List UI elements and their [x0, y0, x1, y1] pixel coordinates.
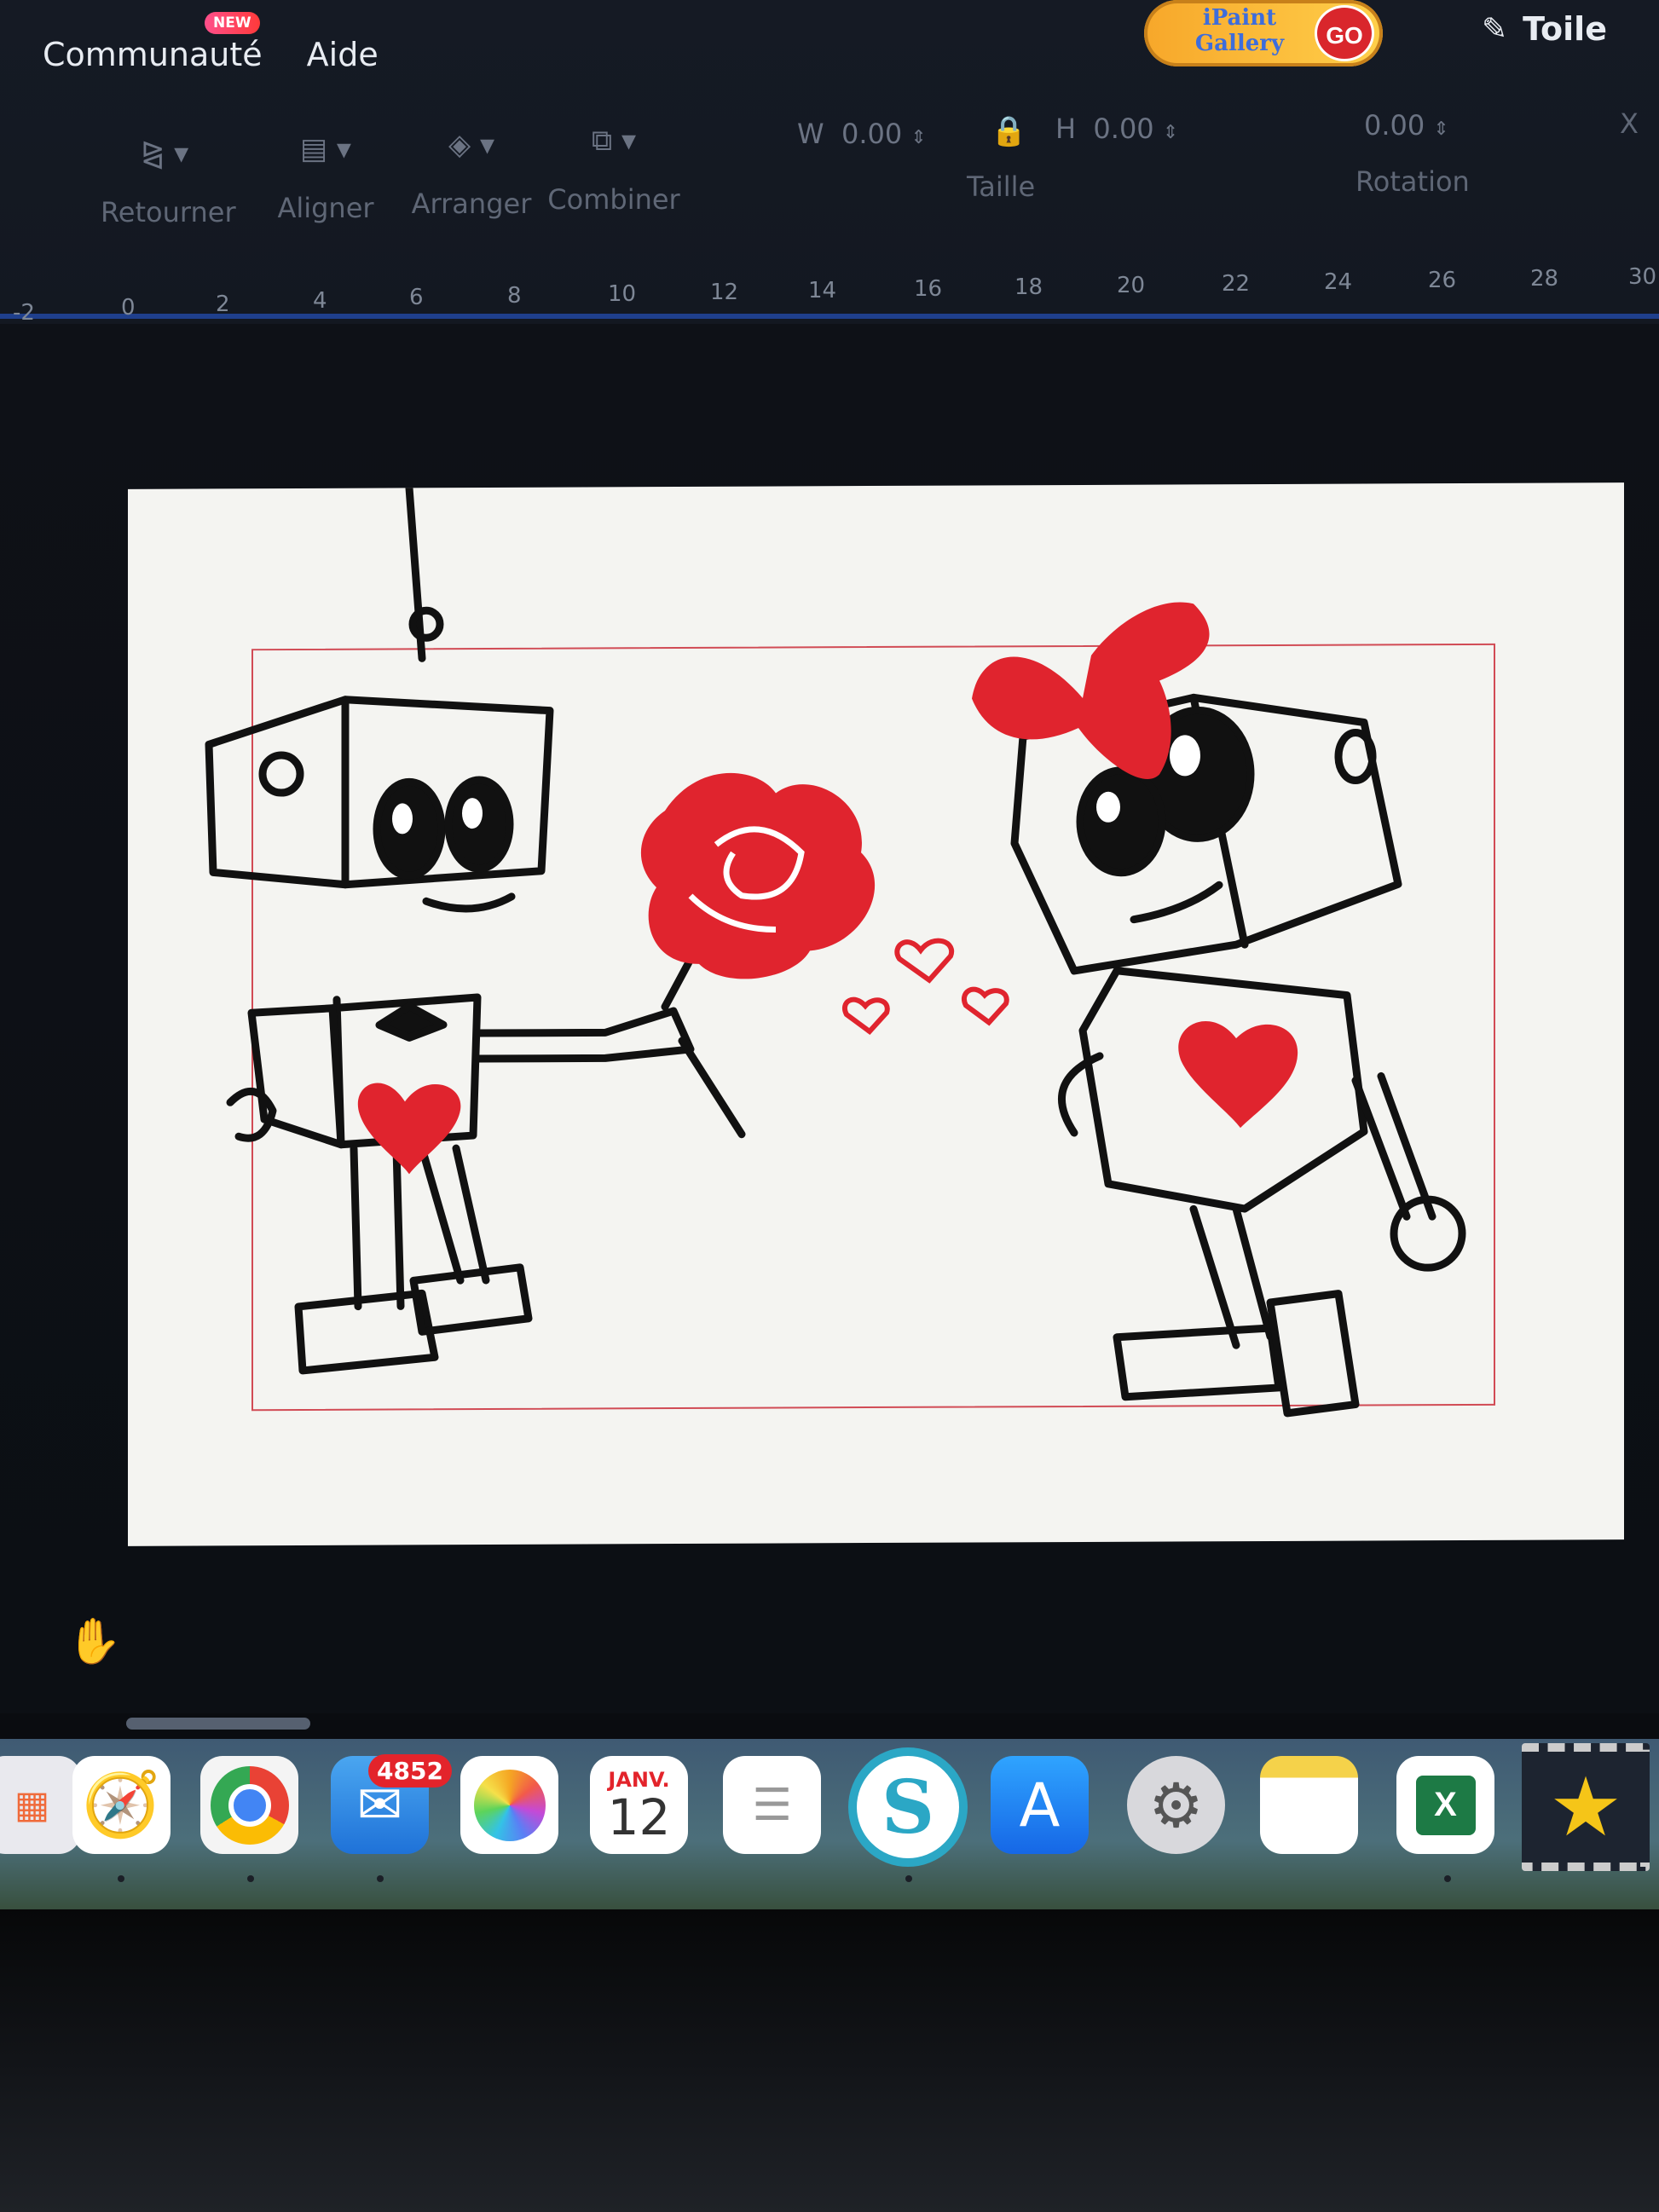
paint-gallery-button[interactable]: iPaint Gallery GO	[1144, 0, 1383, 66]
ruler-tick-label: 18	[1014, 274, 1043, 300]
ruler-tick-label: 10	[608, 281, 637, 307]
width-label: W	[797, 118, 824, 150]
flip-tool[interactable]: ⧎ ▾ Retourner	[101, 136, 236, 228]
rose	[641, 773, 876, 979]
size-label: Taille	[967, 170, 1036, 203]
ruler-tick-label: 26	[1428, 268, 1457, 293]
ruler-tick-label: 0	[121, 295, 136, 321]
arrange-label: Arranger	[411, 188, 532, 220]
width-field[interactable]: W 0.00 ⇕	[797, 118, 927, 150]
mail-badge: 4852	[368, 1754, 452, 1788]
height-label: H	[1055, 113, 1077, 145]
combine-icon: ⧉ ▾	[591, 124, 637, 158]
ruler-tick-label: -2	[13, 300, 35, 326]
running-indicator	[905, 1875, 912, 1882]
running-indicator	[377, 1875, 384, 1882]
boy-robot	[205, 483, 695, 1375]
width-stepper-icon[interactable]: ⇕	[910, 127, 926, 148]
small-heart-2	[842, 996, 890, 1036]
flip-icon: ⧎ ▾	[140, 136, 189, 170]
silhouette-studio-icon[interactable]: S	[848, 1747, 968, 1867]
ruler-tick-label: 6	[409, 285, 424, 310]
canvas-label: Toile	[1523, 10, 1607, 48]
align-icon: ▤ ▾	[300, 132, 351, 166]
monitor-bezel	[0, 1909, 1659, 2212]
combine-tool[interactable]: ⧉ ▾ Combiner	[546, 124, 682, 216]
arrange-tool[interactable]: ◈ ▾ Arranger	[395, 128, 548, 220]
running-indicator	[118, 1875, 124, 1882]
flip-label: Retourner	[101, 196, 236, 228]
canvas-mode-button[interactable]: ✎ Toile	[1482, 10, 1607, 48]
ruler-tick-label: 16	[914, 276, 943, 302]
chrome-icon[interactable]	[200, 1756, 298, 1854]
dock: ▦ 🧭 ✉ JANV. 12 ☰ S A ⚙ X ★	[0, 1739, 1659, 1909]
ruler-baseline	[0, 314, 1659, 319]
height-field[interactable]: H 0.00 ⇕	[1055, 113, 1178, 145]
close-icon[interactable]: X	[1620, 107, 1639, 140]
ruler-tick-label: 22	[1222, 271, 1251, 297]
ruler-tick-label: 20	[1117, 273, 1146, 298]
horizontal-scrollbar[interactable]	[126, 1718, 310, 1730]
photos-icon[interactable]	[460, 1756, 558, 1854]
imovie-icon[interactable]: ★	[1522, 1743, 1650, 1871]
wand-icon: ✎	[1482, 11, 1508, 47]
small-heart-1	[894, 938, 955, 984]
horizontal-ruler: -2 0 2 4 6 8 10 12 14 16 18 20 22 24 26 28 30	[0, 264, 1659, 332]
calendar-icon[interactable]: JANV. 12	[590, 1756, 688, 1854]
combine-label: Combiner	[547, 183, 680, 216]
layers-icon: ◈ ▾	[448, 128, 495, 162]
rotation-stepper-icon[interactable]: ⇕	[1433, 118, 1448, 140]
go-button[interactable]: GO	[1315, 5, 1374, 61]
hand-pan-icon[interactable]: ✋	[66, 1615, 122, 1667]
notes-icon[interactable]	[1260, 1756, 1358, 1854]
ruler-tick-label: 14	[808, 278, 837, 303]
rotation-label: Rotation	[1356, 165, 1470, 198]
menu-help[interactable]: Aide	[307, 36, 379, 73]
design-canvas[interactable]	[128, 482, 1624, 1546]
launchpad-icon[interactable]: ▦	[0, 1756, 81, 1854]
height-stepper-icon[interactable]: ⇕	[1163, 122, 1178, 143]
system-settings-icon[interactable]: ⚙	[1127, 1756, 1225, 1854]
gallery-logo: iPaint Gallery	[1194, 5, 1285, 56]
menu-bar: Communauté Aide	[43, 36, 379, 73]
align-tool[interactable]: ▤ ▾ Aligner	[266, 132, 385, 224]
robots-artwork[interactable]	[128, 482, 1624, 1546]
app-store-icon[interactable]: A	[991, 1756, 1089, 1854]
rotation-value[interactable]: 0.00	[1364, 109, 1425, 141]
running-indicator	[1444, 1875, 1451, 1882]
menu-community[interactable]: Communauté	[43, 36, 263, 73]
ruler-tick-label: 2	[216, 292, 230, 317]
safari-icon[interactable]: 🧭	[72, 1756, 171, 1854]
small-heart-3	[962, 986, 1009, 1026]
calendar-day: 12	[607, 1788, 671, 1846]
reminders-icon[interactable]: ☰	[723, 1756, 821, 1854]
ruler-tick-label: 8	[507, 283, 522, 309]
excel-icon[interactable]: X	[1396, 1756, 1494, 1854]
width-value[interactable]: 0.00	[841, 118, 902, 150]
heart-right	[1178, 1021, 1298, 1129]
ruler-tick-label: 12	[710, 280, 739, 305]
running-indicator	[247, 1875, 254, 1882]
ruler-tick-label: 24	[1324, 269, 1353, 295]
height-value[interactable]: 0.00	[1093, 113, 1153, 145]
ruler-tick-label: 4	[313, 288, 327, 314]
app-window: Communauté Aide NEW iPaint Gallery GO ✎ T…	[0, 0, 1659, 2212]
new-badge: NEW	[205, 12, 260, 34]
align-label: Aligner	[277, 192, 374, 224]
ruler-tick-label: 30	[1628, 264, 1657, 290]
heart-left	[358, 1083, 461, 1175]
lock-icon[interactable]: 🔒	[991, 114, 1026, 148]
rotation-field[interactable]: 0.00 ⇕	[1364, 109, 1449, 141]
ruler-tick-label: 28	[1530, 266, 1559, 292]
